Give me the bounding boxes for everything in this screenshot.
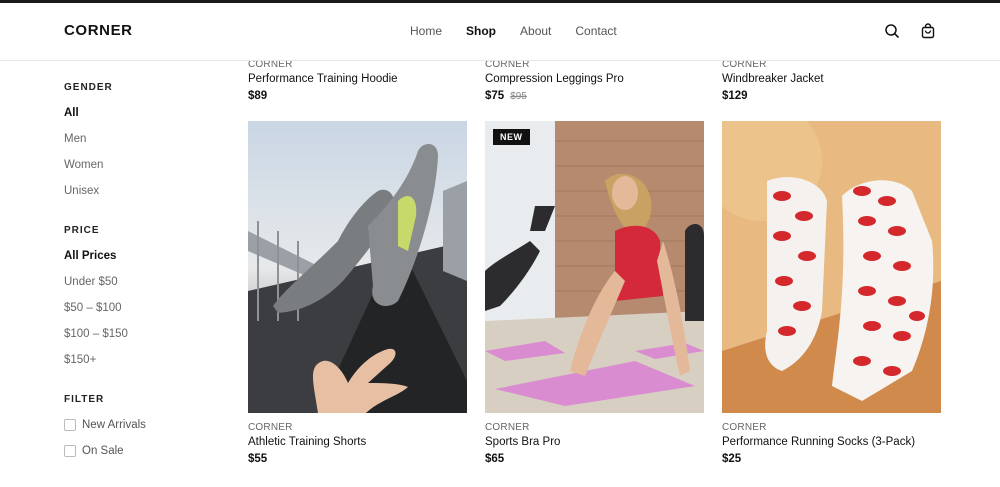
nav-about[interactable]: About (520, 24, 551, 38)
new-arrivals-label: New Arrivals (82, 419, 146, 431)
filter-new-arrivals[interactable]: New Arrivals (64, 419, 224, 431)
price-title: PRICE (64, 225, 100, 236)
main-nav: Home Shop About Contact (410, 24, 617, 38)
product-image-socks[interactable] (722, 121, 941, 413)
price-option-100-150[interactable]: $100 – $150 (64, 328, 224, 340)
product-brand: CORNER (485, 422, 530, 433)
price-option-150-plus[interactable]: $150+ (64, 354, 224, 366)
product-name[interactable]: Windbreaker Jacket (722, 73, 941, 85)
product-price: $55 (248, 453, 268, 465)
price-option-50-100[interactable]: $50 – $100 (64, 302, 224, 314)
filter-sidebar: GENDER All Men Women Unisex PRICE All Pr… (64, 82, 224, 457)
product-image-shorts[interactable] (248, 121, 467, 413)
product-card-shorts[interactable]: CORNER Athletic Training Shorts $55 (248, 422, 467, 465)
price-option-under-50[interactable]: Under $50 (64, 276, 224, 288)
product-price-row: $65 (485, 453, 704, 465)
product-price-row: $55 (248, 453, 467, 465)
nav-contact[interactable]: Contact (575, 24, 616, 38)
search-icon[interactable] (884, 23, 900, 39)
new-arrivals-checkbox[interactable] (64, 419, 76, 431)
filter-title: FILTER (64, 394, 105, 405)
product-price: $65 (485, 453, 505, 465)
product-name[interactable]: Performance Running Socks (3-Pack) (722, 436, 941, 448)
product-name[interactable]: Athletic Training Shorts (248, 436, 467, 448)
product-price: $25 (722, 453, 742, 465)
gender-option-women[interactable]: Women (64, 159, 224, 171)
gender-option-unisex[interactable]: Unisex (64, 185, 224, 197)
gender-option-men[interactable]: Men (64, 133, 224, 145)
product-price: $89 (248, 90, 268, 102)
product-price-row: $75 $95 (485, 90, 704, 102)
product-price: $75 (485, 90, 505, 102)
gender-option-all[interactable]: All (64, 107, 224, 119)
product-name[interactable]: Sports Bra Pro (485, 436, 704, 448)
nav-home[interactable]: Home (410, 24, 442, 38)
price-option-all[interactable]: All Prices (64, 250, 224, 262)
nav-shop[interactable]: Shop (466, 24, 496, 38)
shopping-bag-icon[interactable] (920, 23, 936, 39)
logo[interactable]: CORNER (64, 22, 133, 39)
product-card-sports-bra[interactable]: CORNER Sports Bra Pro $65 (485, 422, 704, 465)
product-price: $129 (722, 90, 748, 102)
product-brand: CORNER (248, 422, 293, 433)
product-card-jacket[interactable]: CORNER Windbreaker Jacket $129 (722, 59, 941, 102)
product-card-socks[interactable]: CORNER Performance Running Socks (3-Pack… (722, 422, 941, 465)
product-name[interactable]: Compression Leggings Pro (485, 73, 704, 85)
gender-title: GENDER (64, 82, 113, 93)
filter-on-sale[interactable]: On Sale (64, 445, 224, 457)
product-old-price: $95 (510, 91, 527, 102)
product-card-leggings[interactable]: CORNER Compression Leggings Pro $75 $95 (485, 59, 704, 102)
on-sale-checkbox[interactable] (64, 445, 76, 457)
product-price-row: $129 (722, 90, 941, 102)
product-image-sports-bra[interactable]: NEW (485, 121, 704, 413)
product-price-row: $89 (248, 90, 467, 102)
product-name[interactable]: Performance Training Hoodie (248, 73, 467, 85)
new-badge: NEW (493, 129, 530, 145)
product-price-row: $25 (722, 453, 941, 465)
product-card-hoodie[interactable]: CORNER Performance Training Hoodie $89 (248, 59, 467, 102)
on-sale-label: On Sale (82, 445, 124, 457)
product-brand: CORNER (722, 422, 767, 433)
site-header: CORNER Home Shop About Contact (0, 3, 1000, 61)
